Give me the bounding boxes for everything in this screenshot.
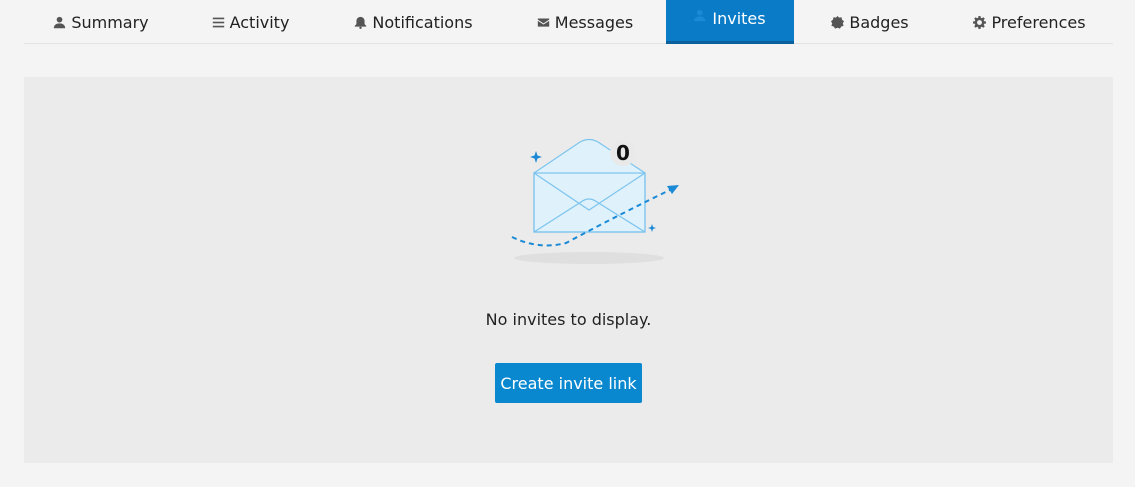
tab-badges-label: Badges: [849, 12, 909, 32]
badge-icon: [831, 15, 845, 29]
tab-preferences-label: Preferences: [991, 12, 1086, 32]
empty-invites-message: No invites to display.: [485, 310, 652, 329]
tab-invites-label: Invites: [712, 9, 766, 28]
tab-notifications-label: Notifications: [372, 12, 473, 32]
tab-activity-label: Activity: [229, 12, 290, 32]
tab-badges[interactable]: Badges: [794, 0, 946, 44]
user-plus-icon: [694, 9, 707, 22]
invite-count: 0: [616, 141, 630, 165]
shadow-ellipse: [514, 252, 664, 264]
empty-invites-illustration: 0: [484, 132, 684, 272]
envelope-icon: [537, 16, 550, 29]
tab-activity[interactable]: Activity: [178, 0, 323, 44]
tab-notifications[interactable]: Notifications: [323, 0, 504, 44]
tab-summary[interactable]: Summary: [24, 0, 178, 44]
tab-summary-label: Summary: [71, 12, 149, 32]
tab-messages[interactable]: Messages: [504, 0, 666, 44]
invites-panel: 0 No invites to display. Create invite l…: [24, 77, 1113, 463]
bell-icon: [354, 16, 367, 29]
sparkle-icon: [530, 151, 542, 163]
list-icon: [212, 16, 225, 29]
gear-icon: [973, 15, 987, 29]
tab-invites[interactable]: Invites: [666, 0, 794, 44]
user-icon: [53, 16, 66, 29]
create-invite-link-button[interactable]: Create invite link: [495, 363, 642, 403]
sparkle-icon: [648, 224, 656, 232]
tab-preferences[interactable]: Preferences: [946, 0, 1113, 44]
user-nav-tabs: Summary Activity Notifications Messages …: [24, 0, 1113, 44]
tab-messages-label: Messages: [554, 12, 634, 32]
